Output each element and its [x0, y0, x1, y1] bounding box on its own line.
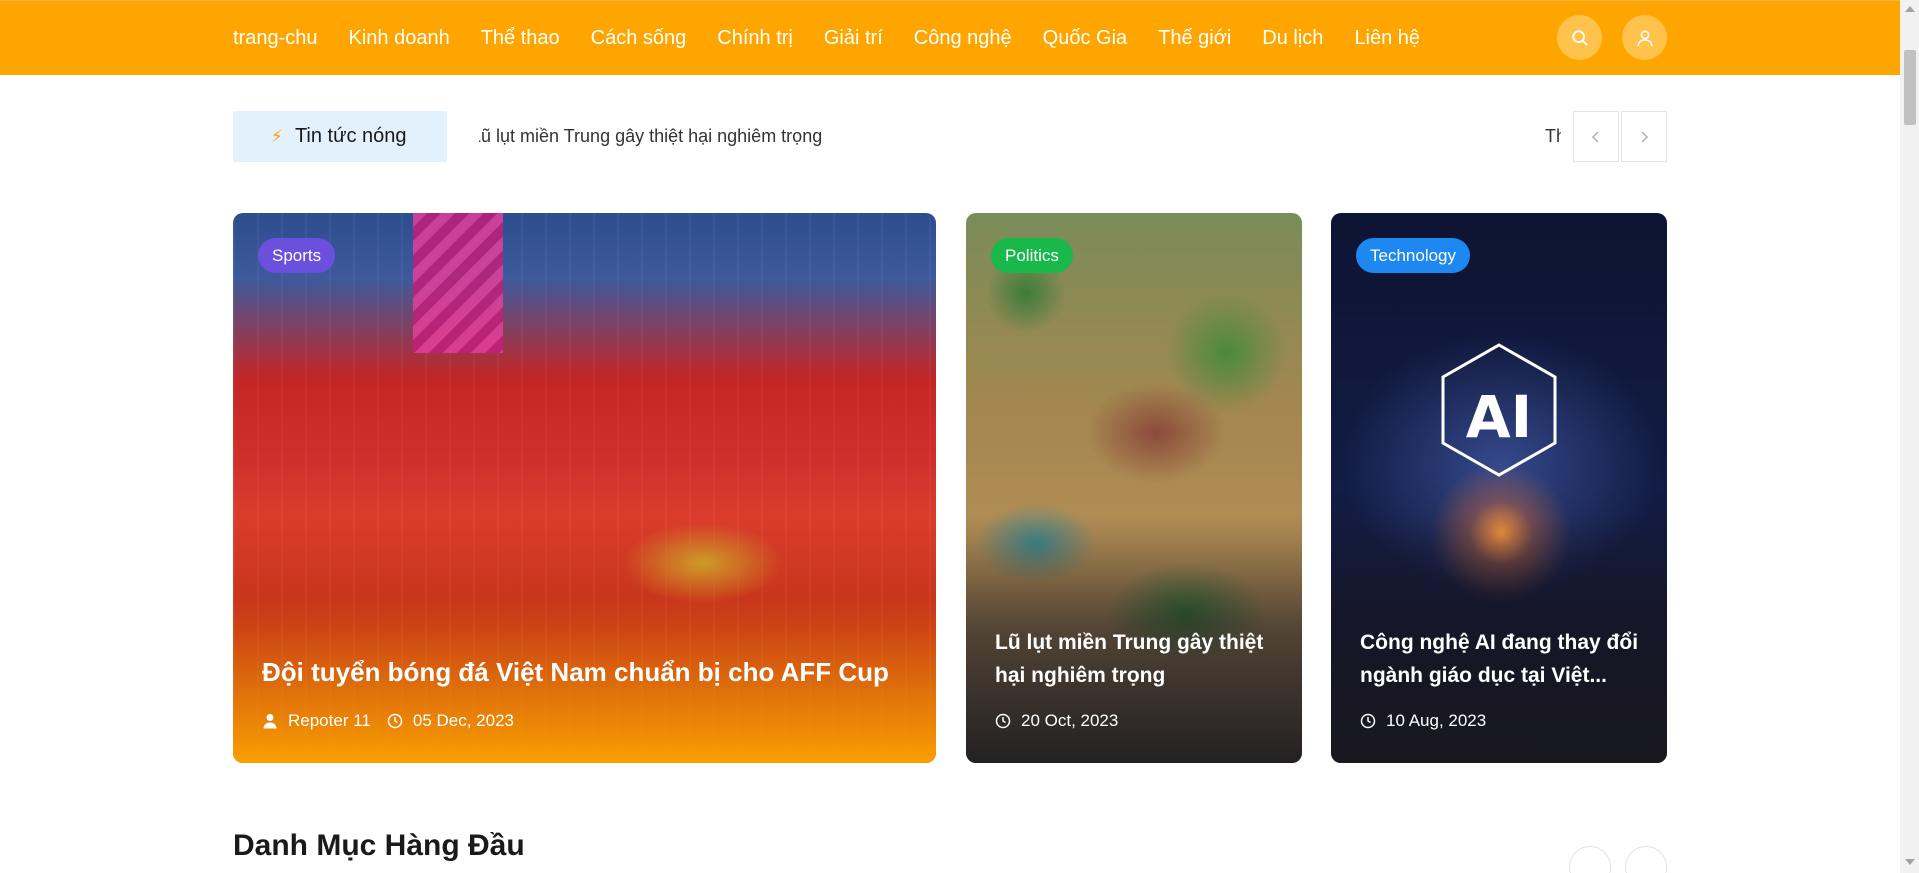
ticker-track: Lũ lụt miền Trung gây thiệt hại nghiêm t…	[479, 111, 1429, 162]
card-meta: 20 Oct, 2023	[995, 711, 1118, 731]
card-title[interactable]: Đội tuyển bóng đá Việt Nam chuẩn bị cho …	[262, 656, 906, 689]
nav-item-sports[interactable]: Thể thao	[481, 27, 560, 50]
card-date: 10 Aug, 2023	[1386, 711, 1487, 730]
card-title[interactable]: Lũ lụt miền Trung gây thiệt hại nghiêm t…	[995, 626, 1276, 692]
nav-item-travel[interactable]: Du lịch	[1262, 27, 1323, 50]
nav-item-business[interactable]: Kinh doanh	[349, 27, 450, 50]
clock-icon	[995, 713, 1011, 729]
search-button[interactable]	[1557, 15, 1602, 60]
featured-card-technology[interactable]: AI Technology Công nghệ AI đang thay đổi…	[1331, 213, 1667, 763]
ticker-next-button[interactable]	[1621, 111, 1667, 162]
nav-item-home[interactable]: trang-chu	[233, 27, 318, 50]
search-icon	[1571, 29, 1588, 46]
nav-item-politics[interactable]: Chính trị	[717, 27, 793, 50]
user-icon	[263, 714, 277, 729]
breaking-news-label-text: Tin tức nóng	[294, 125, 407, 147]
card-date: 05 Dec, 2023	[412, 711, 514, 730]
category-badge[interactable]: Politics	[991, 238, 1073, 273]
scroll-up-arrow-icon[interactable]	[1905, 6, 1915, 12]
scroll-down-arrow-icon[interactable]	[1905, 859, 1915, 865]
top-navbar: trang-chu Kinh doanh Thể thao Cách sống …	[0, 0, 1900, 75]
breaking-news-label: ⚡ Tin tức nóng	[233, 111, 447, 162]
card-title[interactable]: Công nghệ AI đang thay đổi ngành giáo dụ…	[1360, 626, 1641, 692]
nav-item-contact[interactable]: Liên hệ	[1354, 27, 1420, 50]
ticker-prev-button[interactable]	[1573, 111, 1619, 162]
nav-item-lifestyle[interactable]: Cách sống	[591, 27, 687, 50]
chevron-left-icon	[1591, 130, 1599, 143]
nav-item-technology[interactable]: Công nghệ	[914, 27, 1012, 50]
section-prev-button[interactable]	[1569, 846, 1611, 873]
card-date: 20 Oct, 2023	[1021, 711, 1119, 730]
nav-item-world[interactable]: Thế giới	[1158, 27, 1231, 50]
user-account-button[interactable]	[1622, 15, 1667, 60]
clock-icon	[1360, 713, 1376, 729]
clock-icon	[387, 713, 403, 729]
main-nav: trang-chu Kinh doanh Thể thao Cách sống …	[233, 1, 1451, 76]
section-title: Danh Mục Hàng Đầu	[233, 829, 525, 862]
scrollbar-thumb[interactable]	[1904, 50, 1916, 125]
breaking-news-ticker: ⚡ Tin tức nóng Lũ lụt miền Trung gây thi…	[233, 111, 1667, 162]
featured-card-sports[interactable]: Sports Đội tuyển bóng đá Việt Nam chuẩn …	[233, 213, 936, 763]
ticker-headline[interactable]: Lũ lụt miền Trung gây thiệt hại nghiêm t…	[479, 126, 822, 147]
lightning-icon: ⚡	[271, 126, 283, 146]
card-meta: 10 Aug, 2023	[1360, 711, 1486, 731]
ticker-next-headline[interactable]: Thể	[1545, 126, 1561, 147]
card-meta: Repoter 11 05 Dec, 2023	[262, 711, 514, 731]
category-badge[interactable]: Technology	[1356, 238, 1471, 273]
chevron-right-icon	[1641, 130, 1649, 143]
featured-card-politics[interactable]: Politics Lũ lụt miền Trung gây thiệt hại…	[966, 213, 1302, 763]
nav-item-national[interactable]: Quốc Gia	[1043, 27, 1127, 50]
nav-item-entertainment[interactable]: Giải trí	[824, 27, 883, 50]
section-next-button[interactable]	[1625, 846, 1667, 873]
user-icon	[1636, 29, 1653, 46]
page-scrollbar[interactable]	[1900, 0, 1919, 873]
card-author[interactable]: Repoter 11	[288, 711, 371, 731]
category-badge[interactable]: Sports	[258, 238, 336, 273]
